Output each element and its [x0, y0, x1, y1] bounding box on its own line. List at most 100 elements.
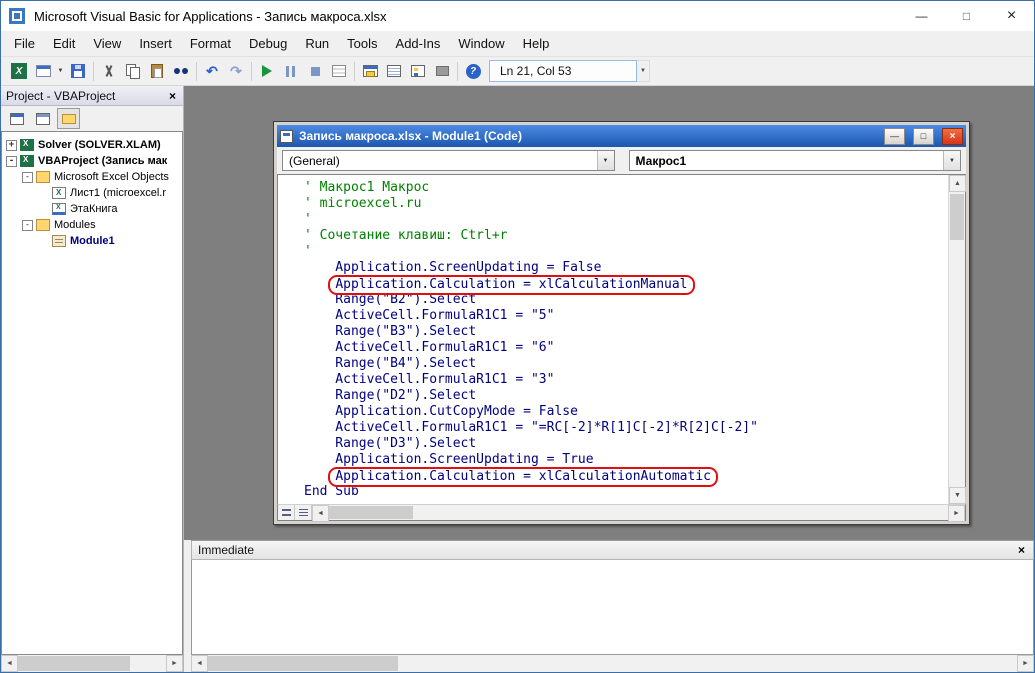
object-browser-icon[interactable] [406, 60, 430, 83]
immediate-close-icon[interactable]: × [1016, 543, 1027, 557]
code-line[interactable]: ' microexcel.ru [304, 196, 948, 212]
scrollbar-thumb[interactable] [208, 656, 398, 671]
scrollbar-track[interactable] [949, 192, 965, 487]
menu-file[interactable]: File [5, 31, 44, 56]
project-panel-close-icon[interactable]: × [167, 89, 178, 103]
code-line[interactable]: ' [304, 212, 948, 228]
code-window-titlebar[interactable]: Запись макроса.xlsx - Module1 (Code) — □… [277, 125, 966, 147]
chevron-down-icon[interactable]: ▼ [943, 151, 960, 170]
scroll-left-icon[interactable]: ◄ [191, 655, 208, 672]
code-line[interactable]: Range("B3").Select [304, 324, 948, 340]
maximize-button[interactable]: □ [944, 2, 989, 31]
design-mode-icon[interactable] [327, 60, 351, 83]
scroll-down-icon[interactable]: ▼ [949, 487, 966, 504]
chevron-down-icon[interactable]: ▼ [597, 151, 614, 170]
menu-help[interactable]: Help [514, 31, 559, 56]
scrollbar-thumb[interactable] [18, 656, 130, 671]
tree-item-vbaproject[interactable]: - VBAProject (Запись мак [2, 153, 182, 169]
menu-edit[interactable]: Edit [44, 31, 84, 56]
view-excel-icon[interactable] [7, 60, 31, 83]
immediate-header[interactable]: Immediate × [191, 541, 1034, 560]
find-icon[interactable] [169, 60, 193, 83]
toggle-folders-icon[interactable] [57, 108, 80, 129]
run-macro-icon[interactable] [255, 60, 279, 83]
scrollbar-thumb[interactable] [950, 194, 964, 240]
reset-icon[interactable] [303, 60, 327, 83]
scrollbar-track[interactable] [329, 505, 948, 520]
redo-icon[interactable] [224, 60, 248, 83]
tree-item-excel-objects[interactable]: - Microsoft Excel Objects [2, 169, 182, 185]
project-panel-hscrollbar[interactable]: ◄ ► [1, 655, 183, 672]
code-line[interactable]: Range("D2").Select [304, 388, 948, 404]
expand-toggle[interactable]: - [22, 220, 33, 231]
menu-addins[interactable]: Add-Ins [387, 31, 450, 56]
view-code-icon[interactable] [5, 108, 28, 129]
scrollbar-track[interactable] [208, 655, 1017, 672]
tree-item-module1[interactable]: Module1 [2, 233, 182, 249]
immediate-hscrollbar[interactable]: ◄ ► [191, 655, 1034, 672]
menu-run[interactable]: Run [296, 31, 338, 56]
menu-debug[interactable]: Debug [240, 31, 296, 56]
code-line[interactable]: Range("D3").Select [304, 436, 948, 452]
tree-item-modules[interactable]: - Modules [2, 217, 182, 233]
toolbox-icon[interactable] [430, 60, 454, 83]
menu-view[interactable]: View [84, 31, 130, 56]
code-line[interactable]: Application.CutCopyMode = False [304, 404, 948, 420]
menu-format[interactable]: Format [181, 31, 240, 56]
scroll-right-icon[interactable]: ► [1017, 655, 1034, 672]
code-editor[interactable]: ' Макрос1 Макрос ' microexcel.ru ' ' Соч… [278, 175, 948, 504]
code-line[interactable]: ' Сочетание клавиш: Ctrl+r [304, 228, 948, 244]
procedure-view-icon[interactable] [278, 505, 295, 520]
code-minimize-button[interactable]: — [884, 128, 905, 145]
scrollbar-thumb[interactable] [329, 506, 413, 519]
menu-tools[interactable]: Tools [338, 31, 386, 56]
tree-item-solver[interactable]: + Solver (SOLVER.XLAM) [2, 137, 182, 153]
cut-icon[interactable] [97, 60, 121, 83]
scroll-right-icon[interactable]: ► [948, 505, 965, 522]
menu-insert[interactable]: Insert [130, 31, 181, 56]
code-line[interactable]: ' Макрос1 Макрос [304, 180, 948, 196]
minimize-button[interactable]: — [899, 2, 944, 31]
expand-toggle[interactable]: - [22, 172, 33, 183]
project-panel-header[interactable]: Project - VBAProject × [1, 86, 183, 106]
help-icon[interactable] [461, 60, 485, 83]
expand-toggle[interactable]: - [6, 156, 17, 167]
insert-userform-icon[interactable] [31, 60, 55, 83]
code-line[interactable]: Range("B4").Select [304, 356, 948, 372]
code-vscrollbar[interactable]: ▲ ▼ [948, 175, 965, 504]
project-explorer-icon[interactable] [358, 60, 382, 83]
code-line[interactable]: Application.ScreenUpdating = False [304, 260, 948, 276]
scroll-left-icon[interactable]: ◄ [1, 655, 18, 672]
scrollbar-track[interactable] [18, 655, 166, 672]
immediate-input-area[interactable] [191, 560, 1034, 655]
scroll-right-icon[interactable]: ► [166, 655, 183, 672]
close-button[interactable]: × [989, 2, 1034, 31]
full-module-view-icon[interactable] [295, 505, 312, 520]
code-line[interactable]: ActiveCell.FormulaR1C1 = "=RC[-2]*R[1]C[… [304, 420, 948, 436]
code-line-highlighted[interactable]: Application.Calculation = xlCalculationM… [304, 276, 948, 292]
scroll-up-icon[interactable]: ▲ [949, 175, 966, 192]
paste-icon[interactable] [145, 60, 169, 83]
toolbar-options-icon[interactable]: ▼ [637, 60, 650, 82]
tree-item-sheet1[interactable]: Лист1 (microexcel.r [2, 185, 182, 201]
code-line[interactable]: ActiveCell.FormulaR1C1 = "3" [304, 372, 948, 388]
code-line[interactable]: ActiveCell.FormulaR1C1 = "6" [304, 340, 948, 356]
copy-icon[interactable] [121, 60, 145, 83]
undo-icon[interactable] [200, 60, 224, 83]
code-line[interactable]: ' [304, 244, 948, 260]
properties-window-icon[interactable] [382, 60, 406, 83]
code-restore-button[interactable]: □ [913, 128, 934, 145]
code-close-button[interactable]: × [942, 128, 963, 145]
insert-dropdown-icon[interactable]: ▼ [55, 60, 66, 83]
code-line-highlighted[interactable]: Application.Calculation = xlCalculationA… [304, 468, 948, 484]
code-line[interactable]: Application.ScreenUpdating = True [304, 452, 948, 468]
scroll-left-icon[interactable]: ◄ [312, 505, 329, 522]
view-object-icon[interactable] [31, 108, 54, 129]
break-icon[interactable] [279, 60, 303, 83]
window-titlebar[interactable]: Microsoft Visual Basic for Applications … [1, 1, 1034, 31]
tree-item-thisworkbook[interactable]: ЭтаКнига [2, 201, 182, 217]
expand-toggle[interactable]: + [6, 140, 17, 151]
menu-window[interactable]: Window [449, 31, 513, 56]
object-dropdown[interactable]: (General) ▼ [282, 150, 615, 171]
save-icon[interactable] [66, 60, 90, 83]
